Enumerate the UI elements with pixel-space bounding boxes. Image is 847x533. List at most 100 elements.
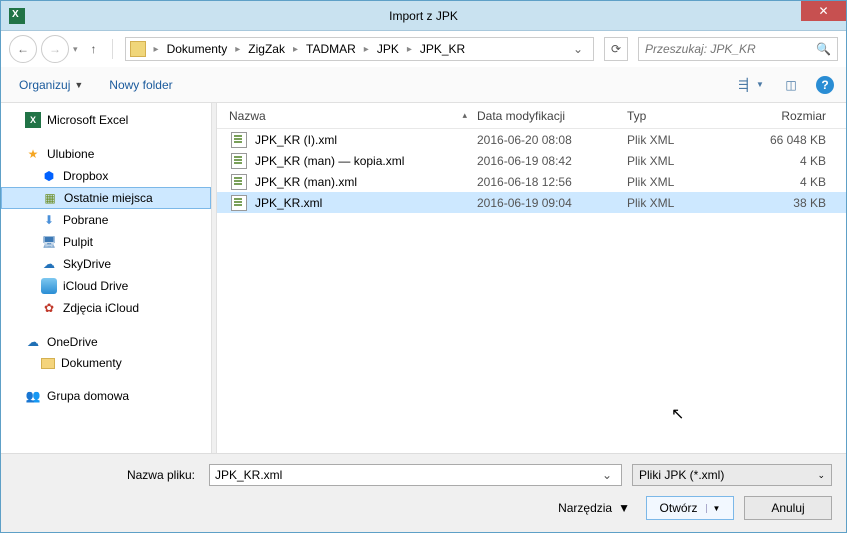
- breadcrumb-bar[interactable]: ▸ Dokumenty ▸ ZigZak ▸ TADMAR ▸ JPK ▸ JP…: [125, 37, 594, 61]
- sidebar-item-label: Dokumenty: [61, 356, 122, 370]
- cancel-button[interactable]: Anuluj: [744, 496, 832, 520]
- navigation-sidebar: XMicrosoft Excel ★ Ulubione ⬢ Dropbox ▦ Ost…: [1, 103, 211, 453]
- chevron-right-icon[interactable]: ▸: [235, 44, 240, 55]
- file-size: 4 KB: [747, 154, 846, 168]
- sidebar-item-label: SkyDrive: [63, 257, 111, 271]
- column-header-type[interactable]: Typ: [627, 109, 747, 123]
- file-size: 38 KB: [747, 196, 846, 210]
- sidebar-item-label: Ostatnie miejsca: [64, 191, 153, 205]
- sidebar-group-favorites[interactable]: ★ Ulubione: [1, 143, 211, 165]
- view-options-button[interactable]: ☰▏ ▼: [736, 74, 766, 96]
- dropbox-icon: ⬢: [41, 168, 57, 184]
- column-header-name[interactable]: Nazwa ▴: [217, 109, 477, 123]
- tools-button[interactable]: Narzędzia ▼: [558, 501, 630, 515]
- sidebar-item-label: Dropbox: [63, 169, 108, 183]
- file-date: 2016-06-19 08:42: [477, 154, 627, 168]
- sidebar-item-icloud-drive[interactable]: iCloud Drive: [1, 275, 211, 297]
- navigation-bar: ← → ▾ ↑ ▸ Dokumenty ▸ ZigZak ▸ TADMAR ▸ …: [1, 31, 846, 67]
- chevron-right-icon[interactable]: ▸: [407, 44, 412, 55]
- new-folder-label: Nowy folder: [109, 78, 172, 92]
- chevron-right-icon[interactable]: ▸: [293, 44, 298, 55]
- file-name: JPK_KR.xml: [255, 196, 477, 210]
- icloud-icon: [41, 278, 57, 294]
- onedrive-icon: ☁: [25, 334, 41, 350]
- toolbar: Organizuj ▼ Nowy folder ☰▏ ▼ ◫ ?: [1, 67, 846, 103]
- file-size: 4 KB: [747, 175, 846, 189]
- help-icon: ?: [821, 78, 828, 92]
- organize-button[interactable]: Organizuj ▼: [13, 74, 89, 96]
- breadcrumb-item[interactable]: Dokumenty: [163, 40, 232, 58]
- file-row[interactable]: JPK_KR (man) — kopia.xml2016-06-19 08:42…: [217, 150, 846, 171]
- sidebar-item-label: Pobrane: [63, 213, 108, 227]
- breadcrumb-item[interactable]: JPK: [373, 40, 403, 58]
- sidebar-item-dropbox[interactable]: ⬢ Dropbox: [1, 165, 211, 187]
- file-date: 2016-06-18 12:56: [477, 175, 627, 189]
- dialog-bottom: Nazwa pliku: ⌄ Pliki JPK (*.xml) ⌄ Narzę…: [1, 453, 846, 532]
- sidebar-item-icloud-photos[interactable]: ✿Zdjęcia iCloud: [1, 297, 211, 319]
- chevron-right-icon[interactable]: ▸: [364, 44, 369, 55]
- column-header-size[interactable]: Rozmiar: [747, 109, 846, 123]
- open-button[interactable]: Otwórz ▼: [646, 496, 734, 520]
- sidebar-item-label: iCloud Drive: [63, 279, 128, 293]
- preview-icon: ◫: [785, 78, 796, 92]
- sidebar-item-recent[interactable]: ▦ Ostatnie miejsca: [1, 187, 211, 209]
- search-input[interactable]: [645, 42, 816, 56]
- file-date: 2016-06-19 09:04: [477, 196, 627, 210]
- downloads-icon: ⬇: [41, 212, 57, 228]
- star-icon: ★: [25, 146, 41, 162]
- window-title: Import z JPK: [1, 9, 846, 23]
- homegroup-icon: 👥: [25, 388, 41, 404]
- organize-label: Organizuj: [19, 78, 70, 92]
- file-type-filter[interactable]: Pliki JPK (*.xml) ⌄: [632, 464, 832, 486]
- file-date: 2016-06-20 08:08: [477, 133, 627, 147]
- recent-icon: ▦: [42, 190, 58, 206]
- folder-icon: [130, 41, 146, 57]
- file-row[interactable]: JPK_KR (man).xml2016-06-18 12:56Plik XML…: [217, 171, 846, 192]
- column-label: Nazwa: [229, 109, 266, 123]
- sort-asc-icon: ▴: [462, 110, 467, 121]
- new-folder-button[interactable]: Nowy folder: [103, 74, 178, 96]
- preview-pane-button[interactable]: ◫: [776, 74, 806, 96]
- sidebar-item-documents[interactable]: Dokumenty: [1, 353, 211, 373]
- sidebar-group-onedrive[interactable]: ☁ OneDrive: [1, 331, 211, 353]
- file-row[interactable]: JPK_KR.xml2016-06-19 09:04Plik XML38 KB: [217, 192, 846, 213]
- file-type: Plik XML: [627, 175, 747, 189]
- list-view-icon: ☰▏: [738, 78, 754, 92]
- xml-file-icon: [231, 153, 247, 169]
- help-button[interactable]: ?: [816, 76, 834, 94]
- search-icon[interactable]: 🔍: [816, 42, 831, 56]
- tools-label: Narzędzia: [558, 501, 612, 515]
- breadcrumb-item[interactable]: JPK_KR: [416, 40, 469, 58]
- chevron-down-icon[interactable]: ⌄: [598, 468, 616, 482]
- forward-button[interactable]: →: [41, 35, 69, 63]
- sidebar-item-skydrive[interactable]: ☁SkyDrive: [1, 253, 211, 275]
- breadcrumb-item[interactable]: TADMAR: [302, 40, 360, 58]
- close-icon: ✕: [818, 4, 828, 18]
- breadcrumb-dropdown[interactable]: ⌄: [567, 42, 589, 56]
- split-chevron-icon[interactable]: ▼: [706, 504, 721, 513]
- history-dropdown[interactable]: ▾: [73, 44, 78, 55]
- chevron-right-icon[interactable]: ▸: [154, 44, 159, 55]
- filter-label: Pliki JPK (*.xml): [639, 468, 724, 482]
- sidebar-group-homegroup[interactable]: 👥Grupa domowa: [1, 385, 211, 407]
- sidebar-item-downloads[interactable]: ⬇ Pobrane: [1, 209, 211, 231]
- file-name: JPK_KR (I).xml: [255, 133, 477, 147]
- titlebar: Import z JPK ✕: [1, 1, 846, 31]
- sidebar-item-desktop[interactable]: 🖥Pulpit: [1, 231, 211, 253]
- file-name: JPK_KR (man) — kopia.xml: [255, 154, 477, 168]
- refresh-button[interactable]: ⟳: [604, 37, 628, 61]
- filename-combobox[interactable]: ⌄: [209, 464, 622, 486]
- up-button[interactable]: ↑: [82, 37, 106, 61]
- file-size: 66 048 KB: [747, 133, 846, 147]
- chevron-down-icon: ▼: [74, 80, 83, 90]
- close-button[interactable]: ✕: [801, 1, 846, 21]
- back-button[interactable]: ←: [9, 35, 37, 63]
- sidebar-item-label: OneDrive: [47, 335, 98, 349]
- sidebar-item-excel[interactable]: XMicrosoft Excel: [1, 109, 211, 131]
- sidebar-item-label: Ulubione: [47, 147, 94, 161]
- column-header-date[interactable]: Data modyfikacji: [477, 109, 627, 123]
- search-box[interactable]: 🔍: [638, 37, 838, 61]
- filename-input[interactable]: [215, 468, 598, 482]
- breadcrumb-item[interactable]: ZigZak: [244, 40, 289, 58]
- file-row[interactable]: JPK_KR (I).xml2016-06-20 08:08Plik XML66…: [217, 129, 846, 150]
